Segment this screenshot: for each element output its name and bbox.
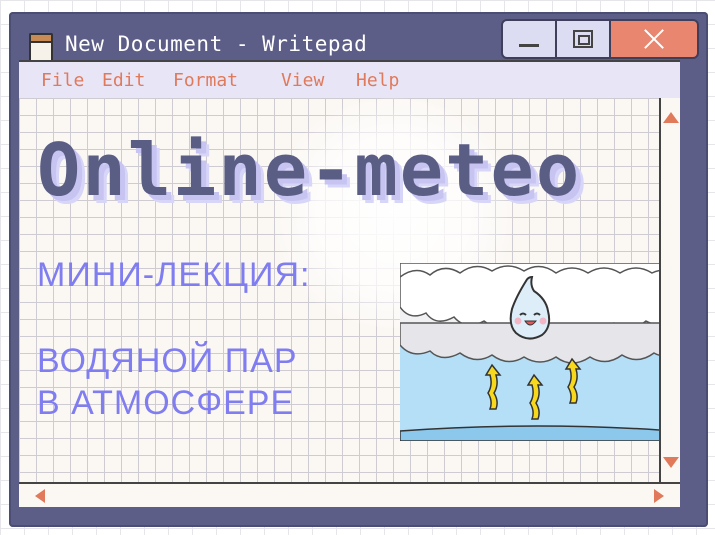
horizontal-scrollbar[interactable] [19,482,680,507]
window-title: New Document - Writepad [65,32,368,56]
scroll-down-icon[interactable] [663,457,679,468]
menu-view[interactable]: View [281,70,324,91]
menu-help[interactable]: Help [356,70,399,91]
menu-format[interactable]: Format [173,70,238,91]
maximize-icon [573,30,593,48]
scroll-up-icon[interactable] [663,112,679,123]
lecture-label: МИНИ-ЛЕКЦИЯ: [37,256,311,294]
topic-line-1: ВОДЯНОЙ ПАР [37,342,298,380]
minimize-button[interactable] [501,19,557,59]
lecture-topic: ВОДЯНОЙ ПАР В АТМОСФЕРЕ [37,340,298,424]
minimize-icon [519,43,539,47]
maximize-button[interactable] [555,19,611,59]
close-button[interactable] [609,19,699,59]
vertical-scrollbar[interactable] [659,98,680,482]
menu-file[interactable]: File [41,70,84,91]
scroll-left-icon[interactable] [35,489,45,503]
topic-line-2: В АТМОСФЕРЕ [37,384,295,422]
document-icon [29,33,53,63]
water-vapor-illustration [400,263,659,441]
headline: Online-meteo [37,128,582,212]
document-area[interactable]: Online-meteo МИНИ-ЛЕКЦИЯ: ВОДЯНОЙ ПАР В … [19,98,659,482]
close-icon [643,28,665,50]
menu-edit[interactable]: Edit [102,70,145,91]
menu-bar: File Edit Format View Help [19,60,680,98]
scroll-right-icon[interactable] [654,489,664,503]
